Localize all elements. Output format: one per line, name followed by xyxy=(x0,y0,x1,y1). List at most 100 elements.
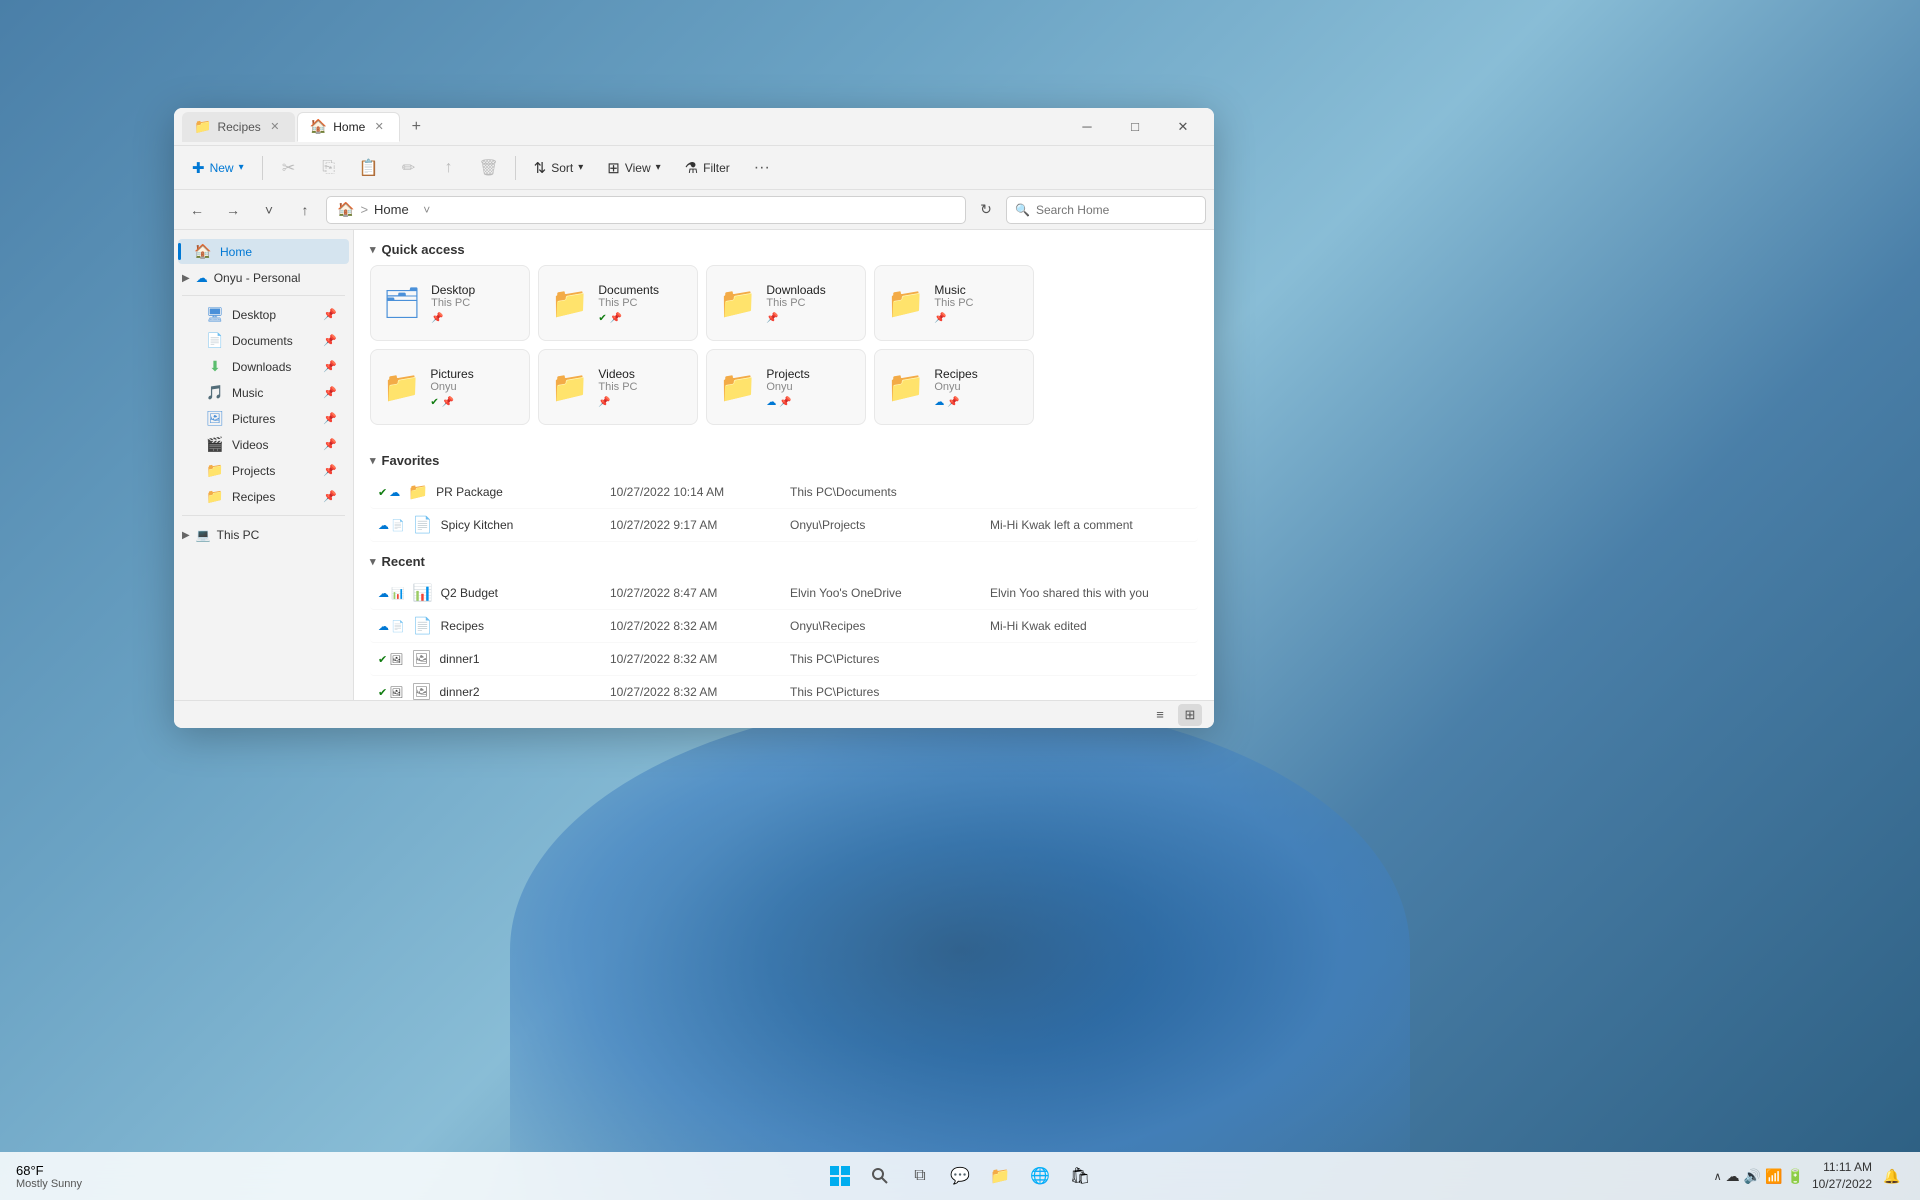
q2-budget-date: 10/27/2022 8:47 AM xyxy=(610,586,790,600)
sidebar-videos-label: Videos xyxy=(232,438,315,452)
search-box[interactable]: 🔍 xyxy=(1006,196,1206,224)
sidebar-item-pictures[interactable]: 🖼 Pictures 📌 xyxy=(178,406,349,431)
sidebar-item-home[interactable]: 🏠 Home xyxy=(178,239,349,264)
onedrive-tray-icon[interactable]: ☁ xyxy=(1726,1168,1740,1185)
battery-icon[interactable]: 🔋 xyxy=(1787,1168,1804,1185)
recent-header[interactable]: ▾ Recent xyxy=(354,542,1214,577)
chat-button[interactable]: 💬 xyxy=(942,1158,978,1194)
sidebar-item-desktop[interactable]: 🖥 Desktop 📌 xyxy=(178,302,349,327)
folder-card-music[interactable]: 📁 Music This PC 📌 xyxy=(874,265,1034,341)
tab-home[interactable]: 🏠 Home ✕ xyxy=(297,112,400,142)
more-button[interactable]: ··· xyxy=(744,152,780,184)
network-icon[interactable]: 📶 xyxy=(1765,1168,1782,1185)
filter-button[interactable]: ⚗ Filter xyxy=(675,154,740,182)
folder-card-desktop[interactable]: 🗂 Desktop This PC 📌 xyxy=(370,265,530,341)
dinner1-location: This PC\Pictures xyxy=(790,652,990,666)
tab-new-button[interactable]: + xyxy=(402,113,430,141)
rename-button[interactable]: ✏ xyxy=(391,152,427,184)
folder-projects-pin-badge: 📌 xyxy=(779,397,791,408)
tray-expand-icon[interactable]: ∧ xyxy=(1714,1170,1722,1183)
list-view-button[interactable]: ≡ xyxy=(1148,704,1172,726)
refresh-button[interactable]: ↻ xyxy=(972,196,1000,224)
sidebar-item-videos[interactable]: 🎬 Videos 📌 xyxy=(178,432,349,457)
recipes-activity: Mi-Hi Kwak edited xyxy=(990,619,1190,633)
notification-button[interactable]: 🔔 xyxy=(1880,1164,1904,1188)
up-button[interactable]: ↑ xyxy=(290,196,320,224)
sidebar-item-downloads[interactable]: ⬇ Downloads 📌 xyxy=(178,354,349,379)
address-home-icon: 🏠 xyxy=(337,201,354,218)
file-row-q2-budget[interactable]: ☁ 📊 📊 Q2 Budget 10/27/2022 8:47 AM Elvin… xyxy=(370,577,1198,610)
search-input[interactable] xyxy=(1036,203,1197,217)
spicy-kitchen-date: 10/27/2022 9:17 AM xyxy=(610,518,790,532)
start-button[interactable] xyxy=(822,1158,858,1194)
taskview-button[interactable]: ⧉ xyxy=(902,1158,938,1194)
file-row-spicy-kitchen[interactable]: ☁ 📄 📄 Spicy Kitchen 10/27/2022 9:17 AM O… xyxy=(370,509,1198,542)
q2-budget-doc-icon: 📊 xyxy=(391,587,405,600)
sidebar-onedrive-group[interactable]: ▶ ☁ Onyu - Personal xyxy=(174,265,353,289)
copy-button[interactable]: ⎘ xyxy=(311,152,347,184)
tab-recipes[interactable]: 📁 Recipes ✕ xyxy=(182,112,295,142)
cut-button[interactable]: ✂ xyxy=(271,152,307,184)
sidebar-thispc-group[interactable]: ▶ 💻 This PC xyxy=(174,522,353,546)
dinner2-date: 10/27/2022 8:32 AM xyxy=(610,685,790,699)
file-row-pr-package[interactable]: ✔ ☁ 📁 PR Package 10/27/2022 10:14 AM Thi… xyxy=(370,476,1198,509)
folder-card-recipes[interactable]: 📁 Recipes Onyu ☁ 📌 xyxy=(874,349,1034,425)
sidebar-item-recipes[interactable]: 📁 Recipes 📌 xyxy=(178,484,349,509)
folder-card-projects[interactable]: 📁 Projects Onyu ☁ 📌 xyxy=(706,349,866,425)
speaker-icon[interactable]: 🔊 xyxy=(1744,1168,1761,1185)
share-button[interactable]: ↑ xyxy=(431,152,467,184)
dinner2-img-icon: 🖼 xyxy=(389,686,403,699)
sidebar-downloads-label: Downloads xyxy=(232,360,315,374)
sidebar-item-documents[interactable]: 📄 Documents 📌 xyxy=(178,328,349,353)
back-button[interactable]: ← xyxy=(182,196,212,224)
tab-home-close[interactable]: ✕ xyxy=(371,119,387,135)
folder-card-documents[interactable]: 📁 Documents This PC ✔ 📌 xyxy=(538,265,698,341)
address-input[interactable]: 🏠 > Home ˅ xyxy=(326,196,966,224)
tab-recipes-close[interactable]: ✕ xyxy=(267,119,283,135)
file-row-dinner2[interactable]: ✔ 🖼 🖼 dinner2 10/27/2022 8:32 AM This PC… xyxy=(370,676,1198,700)
file-row-recipes[interactable]: ☁ 📄 📄 Recipes 10/27/2022 8:32 AM Onyu\Re… xyxy=(370,610,1198,643)
file-row-dinner1[interactable]: ✔ 🖼 🖼 dinner1 10/27/2022 8:32 AM This PC… xyxy=(370,643,1198,676)
search-taskbar-icon xyxy=(871,1167,889,1185)
spicy-kitchen-activity: Mi-Hi Kwak left a comment xyxy=(990,518,1190,532)
close-button[interactable]: ✕ xyxy=(1160,112,1206,142)
folder-card-videos[interactable]: 📁 Videos This PC 📌 xyxy=(538,349,698,425)
grid-view-button[interactable]: ⊞ xyxy=(1178,704,1202,726)
edge-button[interactable]: 🌐 xyxy=(1022,1158,1058,1194)
folder-recipes-pin-badge: 📌 xyxy=(947,397,959,408)
folder-card-pictures[interactable]: 📁 Pictures Onyu ✔ 📌 xyxy=(370,349,530,425)
folder-videos-sub: This PC xyxy=(598,381,637,393)
view-button[interactable]: ⊞ View ▾ xyxy=(597,154,670,182)
toolbar-separator-2 xyxy=(515,156,516,180)
store-button[interactable]: 🛍 xyxy=(1062,1158,1098,1194)
search-taskbar-button[interactable] xyxy=(862,1158,898,1194)
explorer-taskbar-button[interactable]: 📁 xyxy=(982,1158,1018,1194)
folder-pictures-info: Pictures Onyu ✔ 📌 xyxy=(430,367,473,408)
quick-access-header[interactable]: ▾ Quick access xyxy=(354,230,1214,265)
sidebar-recipes-label: Recipes xyxy=(232,490,315,504)
favorites-header[interactable]: ▾ Favorites xyxy=(354,441,1214,476)
sidebar-thispc-label: This PC xyxy=(217,528,260,542)
system-tray[interactable]: ∧ ☁ 🔊 📶 🔋 xyxy=(1714,1168,1804,1185)
dropdown-button[interactable]: ˅ xyxy=(254,196,284,224)
sort-button[interactable]: ⇅ Sort ▾ xyxy=(524,154,594,182)
address-chevron[interactable]: ˅ xyxy=(415,196,439,224)
sidebar-documents-pin: 📌 xyxy=(323,334,337,347)
time-display: 11:11 AM xyxy=(1812,1159,1872,1176)
sidebar-item-projects[interactable]: 📁 Projects 📌 xyxy=(178,458,349,483)
delete-button[interactable]: 🗑 xyxy=(471,152,507,184)
sidebar-item-music[interactable]: 🎵 Music 📌 xyxy=(178,380,349,405)
q2-budget-name: Q2 Budget xyxy=(441,586,498,600)
recipes-cloud-icon: ☁ xyxy=(378,620,389,633)
minimize-button[interactable]: ─ xyxy=(1064,112,1110,142)
taskbar-weather[interactable]: 68°F Mostly Sunny xyxy=(16,1163,82,1190)
folder-card-downloads[interactable]: 📁 Downloads This PC 📌 xyxy=(706,265,866,341)
maximize-button[interactable]: □ xyxy=(1112,112,1158,142)
forward-button[interactable]: → xyxy=(218,196,248,224)
folder-pictures-check-badge: ✔ xyxy=(430,397,438,408)
new-button[interactable]: ✚ New ▾ xyxy=(182,154,254,182)
status-bar: ≡ ⊞ xyxy=(174,700,1214,728)
taskbar-clock[interactable]: 11:11 AM 10/27/2022 xyxy=(1812,1159,1872,1193)
paste-button[interactable]: 📋 xyxy=(351,152,387,184)
folder-downloads-icon: 📁 xyxy=(719,286,756,321)
